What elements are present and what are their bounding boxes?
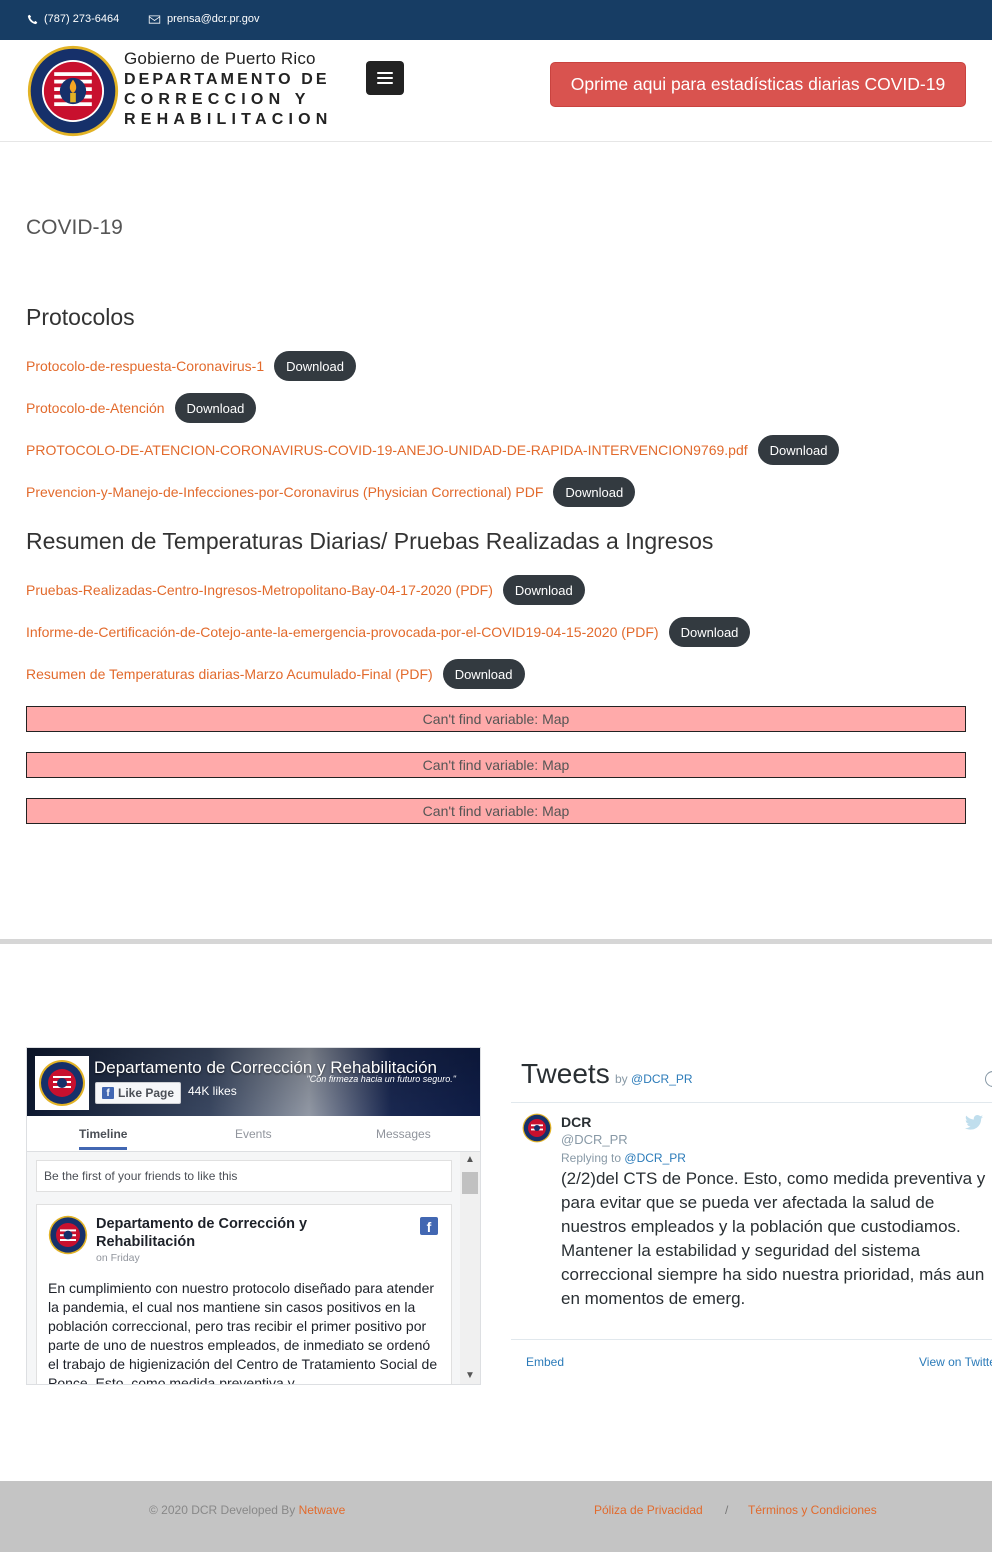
phone-number: (787) 273-6464 (44, 13, 120, 25)
copyright-text: © 2020 DCR Developed By (149, 1503, 296, 1517)
scroll-down-icon[interactable]: ▼ (460, 1370, 480, 1381)
document-link[interactable]: Protocolo-de-respuesta-Coronavirus-1 (26, 358, 264, 374)
tweets-by: by @DCR_PR (615, 1072, 693, 1086)
top-bar: (787) 273-6464 prensa@dcr.pr.gov (0, 0, 992, 40)
site-header: Gobierno de Puerto Rico DEPARTAMENTO DE … (0, 40, 992, 142)
likes-count: 44K likes (188, 1084, 237, 1098)
download-button[interactable]: Download (174, 393, 257, 423)
post-date[interactable]: on Friday (96, 1252, 140, 1264)
phone-icon (27, 14, 38, 24)
by-handle-link[interactable]: @DCR_PR (631, 1072, 693, 1086)
document-link[interactable]: Informe-de-Certificación-de-Cotejo-ante-… (26, 624, 659, 640)
facebook-logo-icon[interactable]: f (420, 1217, 438, 1235)
scrollbar-thumb[interactable] (462, 1172, 478, 1194)
document-row: Protocolo-de-respuesta-Coronavirus-1 Dow… (26, 351, 356, 381)
brand-line-2: DEPARTAMENTO DE (124, 71, 330, 88)
section-divider (0, 939, 992, 944)
reply-prefix: Replying to (561, 1151, 622, 1165)
tweet-footer-divider (511, 1339, 992, 1340)
document-row: Resumen de Temperaturas diarias-Marzo Ac… (26, 659, 525, 689)
document-link[interactable]: Prevencion-y-Manejo-de-Infecciones-por-C… (26, 484, 543, 500)
by-prefix: by (615, 1072, 628, 1086)
like-page-label: Like Page (118, 1086, 175, 1100)
friends-like-note: Be the first of your friends to like thi… (36, 1160, 452, 1192)
download-button[interactable]: Download (502, 575, 585, 605)
document-link[interactable]: Pruebas-Realizadas-Centro-Ingresos-Metro… (26, 582, 493, 598)
facebook-scrollbar[interactable]: ▲ ▼ (460, 1152, 480, 1384)
embed-link[interactable]: Embed (526, 1355, 564, 1369)
document-link[interactable]: PROTOCOLO-DE-ATENCION-CORONAVIRUS-COVID-… (26, 442, 748, 458)
twitter-timeline-widget: Tweets by @DCR_PR DCR @DCR_PR Replying t… (511, 1047, 992, 1385)
copyright: © 2020 DCR Developed By Netwave (149, 1503, 345, 1517)
email-contact[interactable]: prensa@dcr.pr.gov (148, 13, 260, 25)
document-row: Informe-de-Certificación-de-Cotejo-ante-… (26, 617, 751, 647)
tab-messages[interactable]: Messages (376, 1127, 431, 1141)
email-address: prensa@dcr.pr.gov (167, 13, 260, 25)
facebook-page-name[interactable]: Departamento de Corrección y Rehabilitac… (94, 1058, 454, 1078)
scroll-up-icon[interactable]: ▲ (460, 1154, 480, 1165)
facebook-page-widget: "Con firmeza hacia un futuro seguro." De… (26, 1047, 481, 1385)
post-author-name[interactable]: Departamento de Corrección y Rehabilitac… (96, 1215, 356, 1251)
facebook-tabs: Timeline Events Messages (27, 1116, 480, 1152)
hamburger-icon (377, 72, 393, 74)
post-author-avatar[interactable] (48, 1215, 88, 1255)
document-link[interactable]: Protocolo-de-Atención (26, 400, 165, 416)
view-on-twitter-link[interactable]: View on Twitter (919, 1355, 992, 1369)
tab-events[interactable]: Events (235, 1127, 272, 1141)
twitter-bird-icon[interactable] (965, 1115, 983, 1130)
footer-separator: / (725, 1503, 729, 1517)
download-button[interactable]: Download (668, 617, 751, 647)
brand-line-4: REHABILITACION (124, 111, 333, 128)
map-error-message: Can't find variable: Map (26, 798, 966, 824)
tweet-author-name[interactable]: DCR (561, 1114, 591, 1130)
tweet-text: (2/2)del CTS de Ponce. Esto, como medida… (561, 1169, 986, 1308)
download-button[interactable]: Download (553, 477, 636, 507)
developer-link[interactable]: Netwave (299, 1503, 346, 1517)
document-row: Pruebas-Realizadas-Centro-Ingresos-Metro… (26, 575, 585, 605)
document-row: Protocolo-de-Atención Download (26, 393, 257, 423)
resumen-heading: Resumen de Temperaturas Diarias/ Pruebas… (26, 528, 714, 554)
post-text: En cumplimiento con nuestro protocolo di… (48, 1280, 438, 1385)
tab-timeline[interactable]: Timeline (79, 1127, 128, 1150)
tweet-author-handle[interactable]: @DCR_PR (561, 1132, 628, 1147)
hamburger-icon-bar (377, 77, 393, 79)
privacy-policy-link[interactable]: Póliza de Privacidad (594, 1503, 703, 1517)
phone-contact[interactable]: (787) 273-6464 (27, 13, 119, 25)
hamburger-icon-bar (377, 82, 393, 84)
site-footer: © 2020 DCR Developed By Netwave Póliza d… (0, 1481, 992, 1552)
page-title: COVID-19 (26, 216, 123, 239)
info-circle-icon[interactable] (985, 1071, 992, 1087)
menu-toggle-button[interactable] (366, 61, 404, 95)
tweet-divider (511, 1102, 992, 1103)
reply-handle-link[interactable]: @DCR_PR (624, 1151, 686, 1165)
document-row: PROTOCOLO-DE-ATENCION-CORONAVIRUS-COVID-… (26, 435, 840, 465)
facebook-post: Departamento de Corrección y Rehabilitac… (36, 1204, 452, 1385)
facebook-page-avatar[interactable] (35, 1056, 89, 1110)
tweets-heading: Tweets (521, 1058, 610, 1089)
map-error-message: Can't find variable: Map (26, 752, 966, 778)
facebook-f-icon: f (102, 1087, 114, 1099)
document-link[interactable]: Resumen de Temperaturas diarias-Marzo Ac… (26, 666, 433, 682)
brand-line-3: CORRECCION Y (124, 91, 311, 108)
envelope-icon (148, 14, 161, 24)
replying-to: Replying to @DCR_PR (561, 1151, 686, 1165)
download-button[interactable]: Download (274, 351, 356, 381)
dcr-seal-logo[interactable] (26, 44, 120, 138)
tweet-author-avatar[interactable] (522, 1113, 552, 1143)
download-button[interactable]: Download (442, 659, 525, 689)
map-error-message: Can't find variable: Map (26, 706, 966, 732)
terms-link[interactable]: Términos y Condiciones (748, 1503, 877, 1517)
document-row: Prevencion-y-Manejo-de-Infecciones-por-C… (26, 477, 636, 507)
like-page-button[interactable]: f Like Page (95, 1082, 182, 1104)
covid-stats-button[interactable]: Oprime aqui para estadísticas diarias CO… (550, 62, 966, 107)
protocolos-heading: Protocolos (26, 304, 135, 330)
download-button[interactable]: Download (757, 435, 840, 465)
brand-name[interactable]: Gobierno de Puerto Rico DEPARTAMENTO DE … (124, 49, 333, 130)
brand-line-1: Gobierno de Puerto Rico (124, 49, 316, 68)
